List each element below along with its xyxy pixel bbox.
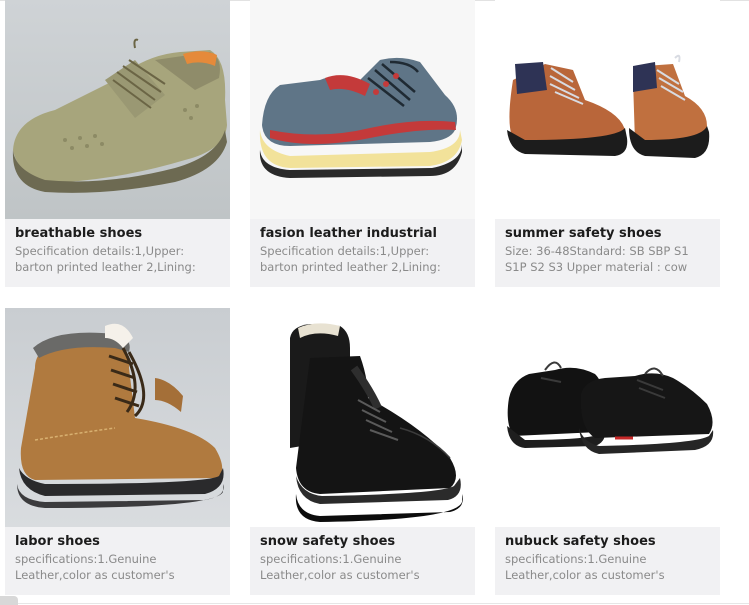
black-leather-high-boots-icon xyxy=(250,308,475,527)
product-photo[interactable] xyxy=(495,0,720,219)
bottom-divider xyxy=(0,603,749,604)
khaki-mesh-work-shoe-icon xyxy=(5,0,230,219)
blue-grey-suede-safety-shoe-icon xyxy=(250,0,475,219)
product-title[interactable]: summer safety shoes xyxy=(505,226,710,242)
product-card-breathable-shoes[interactable]: breathable shoes Specification details:1… xyxy=(5,0,230,287)
product-card-fasion-leather-industrial[interactable]: fasion leather industrial Specification … xyxy=(250,0,475,287)
product-title[interactable]: breathable shoes xyxy=(15,226,220,242)
product-photo[interactable] xyxy=(495,308,720,527)
product-title[interactable]: fasion leather industrial xyxy=(260,226,465,242)
black-nubuck-low-shoes-icon xyxy=(495,308,720,527)
product-info: breathable shoes Specification details:1… xyxy=(5,219,230,287)
product-photo[interactable] xyxy=(5,308,230,527)
product-title[interactable]: labor shoes xyxy=(15,534,220,550)
product-card-summer-safety-shoes[interactable]: summer safety shoes Size: 36-48Standard:… xyxy=(495,0,720,287)
product-info: fasion leather industrial Specification … xyxy=(250,219,475,287)
product-card-nubuck-safety-shoes[interactable]: nubuck safety shoes specifications:1.Gen… xyxy=(495,308,720,595)
product-card-labor-shoes[interactable]: labor shoes specifications:1.Genuine Lea… xyxy=(5,308,230,595)
product-info: summer safety shoes Size: 36-48Standard:… xyxy=(495,219,720,287)
scrollbar-corner[interactable] xyxy=(0,596,18,605)
product-info: nubuck safety shoes specifications:1.Gen… xyxy=(495,527,720,595)
product-description: specifications:1.Genuine Leather,color a… xyxy=(260,552,420,582)
product-photo[interactable] xyxy=(250,308,475,527)
tan-suede-fur-lined-boot-icon xyxy=(5,308,230,527)
product-description: specifications:1.Genuine Leather,color a… xyxy=(15,552,175,582)
product-info: snow safety shoes specifications:1.Genui… xyxy=(250,527,475,595)
pair-of-hiking-safety-boots-icon xyxy=(495,0,720,219)
product-title[interactable]: snow safety shoes xyxy=(260,534,465,550)
product-description: Specification details:1,Upper: barton pr… xyxy=(260,244,441,274)
product-description: specifications:1.Genuine Leather,color a… xyxy=(505,552,665,582)
product-photo[interactable] xyxy=(250,0,475,219)
product-description: Specification details:1,Upper: barton pr… xyxy=(15,244,196,274)
product-description: Size: 36-48Standard: SB SBP S1 S1P S2 S3… xyxy=(505,244,689,274)
product-photo[interactable] xyxy=(5,0,230,219)
product-info: labor shoes specifications:1.Genuine Lea… xyxy=(5,527,230,595)
product-card-snow-safety-shoes[interactable]: snow safety shoes specifications:1.Genui… xyxy=(250,308,475,595)
product-title[interactable]: nubuck safety shoes xyxy=(505,534,710,550)
